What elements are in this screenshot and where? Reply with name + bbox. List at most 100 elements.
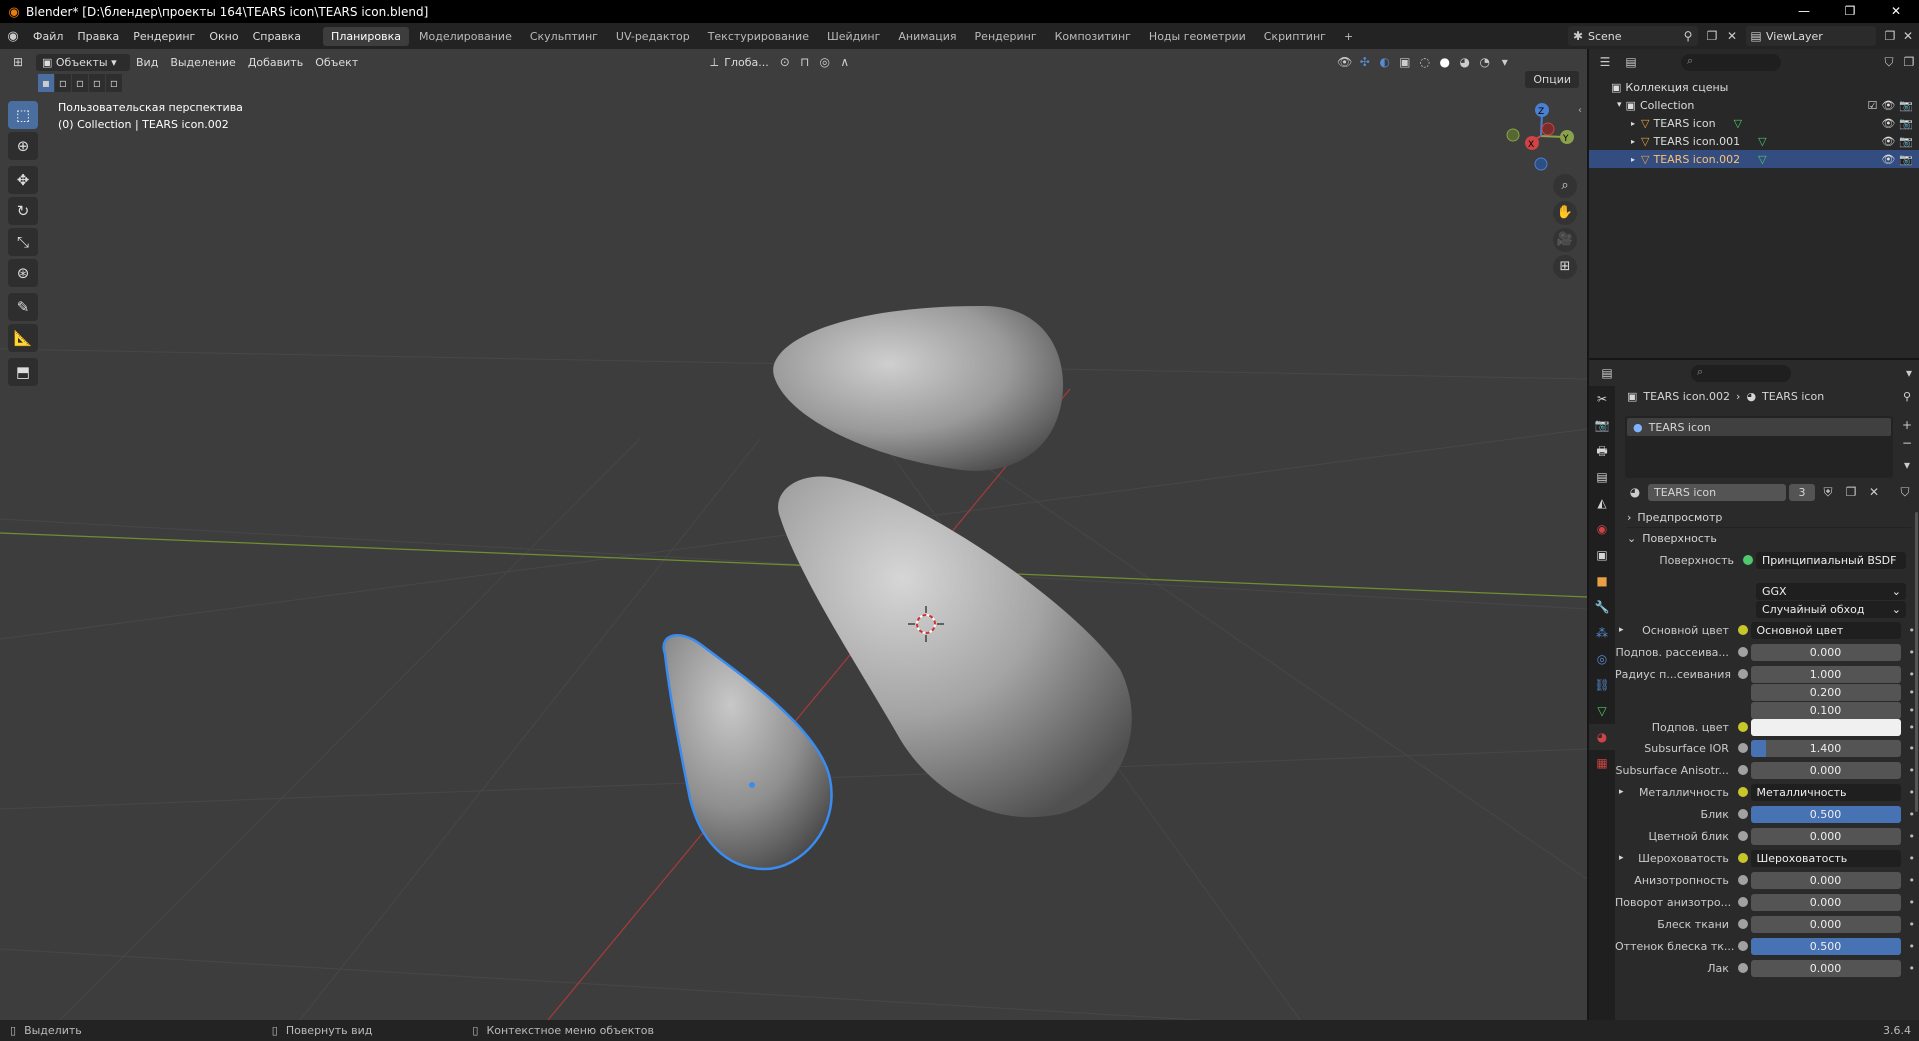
material-browse-icon[interactable]: ◕ xyxy=(1625,483,1645,501)
checkbox-icon[interactable]: ☑ xyxy=(1867,99,1877,112)
keyframe-dot-icon[interactable]: • xyxy=(1909,646,1916,659)
input-socket-icon[interactable] xyxy=(1737,669,1748,679)
annotate-tool-icon[interactable]: ✎ xyxy=(8,293,38,321)
input-socket-icon[interactable] xyxy=(1737,787,1748,797)
tab-texture-paint[interactable]: Текстурирование xyxy=(700,27,817,46)
gizmo-toggle-icon[interactable]: ✣ xyxy=(1355,53,1375,71)
delete-view-layer-icon[interactable]: ✕ xyxy=(1898,27,1918,45)
tear-object-selected[interactable] xyxy=(662,634,833,871)
menu-edit[interactable]: Правка xyxy=(70,30,126,43)
tab-shading[interactable]: Шейдинг xyxy=(819,27,888,46)
constraints-tab-icon[interactable]: ⛓ xyxy=(1589,672,1615,698)
keyframe-dot-icon[interactable]: • xyxy=(1909,624,1916,637)
subsurface-method-dropdown[interactable]: Случайный обход ⌄ xyxy=(1756,600,1906,618)
xray-toggle-icon[interactable]: ▣ xyxy=(1395,53,1415,71)
new-collection-icon[interactable]: ❐ xyxy=(1899,53,1919,71)
cursor-tool-icon[interactable]: ⊕ xyxy=(8,132,38,160)
zoom-icon[interactable]: ⌕ xyxy=(1553,174,1577,198)
properties-editor-type-icon[interactable]: ▤ xyxy=(1597,364,1617,382)
gizmo-y-negative[interactable] xyxy=(1506,128,1520,142)
tear-object-top[interactable] xyxy=(773,305,1064,471)
properties-options-icon[interactable]: ▾ xyxy=(1899,364,1919,382)
numeric-slider-field[interactable]: 0.000 xyxy=(1750,959,1901,977)
select-intersect-icon[interactable]: ▫ xyxy=(106,74,122,92)
keyframe-dot-icon[interactable]: • xyxy=(1909,808,1916,821)
measure-tool-icon[interactable]: 📐 xyxy=(8,324,38,352)
move-tool-icon[interactable]: ✥ xyxy=(8,166,38,194)
material-users-count[interactable]: 3 xyxy=(1789,483,1815,501)
view-layer-tab-icon[interactable]: ▤ xyxy=(1589,464,1615,490)
texture-tab-icon[interactable]: ▦ xyxy=(1589,750,1615,776)
numeric-slider-field[interactable]: 0.200 xyxy=(1750,683,1901,701)
keyframe-dot-icon[interactable]: • xyxy=(1909,764,1916,777)
add-slot-icon[interactable]: + xyxy=(1897,416,1917,434)
input-socket-icon[interactable] xyxy=(1737,722,1748,732)
expand-arrow-icon[interactable]: ▸ xyxy=(1631,119,1635,128)
rotate-tool-icon[interactable]: ↻ xyxy=(8,197,38,225)
overlays-toggle-icon[interactable]: ◐ xyxy=(1375,53,1395,71)
linked-node-field[interactable]: Шероховатость xyxy=(1750,849,1901,867)
interaction-mode-dropdown[interactable]: ▣ Объекты ▾ xyxy=(36,53,130,71)
options-dropdown[interactable]: Опции xyxy=(1525,71,1579,88)
tab-uv-editing[interactable]: UV-редактор xyxy=(608,27,698,46)
render-camera-icon[interactable]: 📷 xyxy=(1899,117,1913,130)
material-slots-list[interactable]: ● TEARS icon xyxy=(1625,416,1893,478)
mesh-data-icon[interactable]: ▽ xyxy=(1758,153,1766,166)
collection-tab-icon[interactable]: ▣ xyxy=(1589,542,1615,568)
falloff-icon[interactable]: ∧ xyxy=(835,53,855,71)
expand-arrow-icon[interactable]: ▾ xyxy=(1617,100,1622,110)
blender-menu-icon[interactable]: ◉ xyxy=(0,29,26,44)
keyframe-dot-icon[interactable]: • xyxy=(1909,686,1916,699)
numeric-slider-field[interactable]: 0.000 xyxy=(1750,915,1901,933)
expand-arrow-icon[interactable]: ▸ xyxy=(1619,787,1624,797)
select-invert-icon[interactable]: ▫ xyxy=(89,74,105,92)
pin-icon[interactable]: ⚲ xyxy=(1678,27,1698,45)
tab-animation[interactable]: Анимация xyxy=(890,27,964,46)
keyframe-dot-icon[interactable]: • xyxy=(1909,874,1916,887)
maximize-button[interactable]: ❐ xyxy=(1827,0,1873,23)
output-tab-icon[interactable]: 🖶 xyxy=(1589,438,1615,464)
input-socket-icon[interactable] xyxy=(1737,743,1748,753)
render-camera-icon[interactable]: 📷 xyxy=(1899,99,1913,112)
modifier-tab-icon[interactable]: 🔧 xyxy=(1589,594,1615,620)
keyframe-dot-icon[interactable]: • xyxy=(1909,704,1916,717)
data-tab-icon[interactable]: ▽ xyxy=(1589,698,1615,724)
input-socket-icon[interactable] xyxy=(1737,853,1748,863)
numeric-slider-field[interactable]: 0.000 xyxy=(1750,871,1901,889)
keyframe-dot-icon[interactable]: • xyxy=(1909,786,1916,799)
visibility-eye-icon[interactable]: 👁 xyxy=(1881,99,1895,112)
sidebar-toggle-icon[interactable]: ‹ xyxy=(1578,105,1582,116)
3d-viewport[interactable]: Y Z X ⊞ ▣ Объекты ▾ Вид Выделение Добави… xyxy=(0,49,1587,1020)
render-camera-icon[interactable]: 📷 xyxy=(1899,135,1913,148)
input-socket-icon[interactable] xyxy=(1737,897,1748,907)
mesh-data-icon[interactable]: ▽ xyxy=(1758,135,1766,148)
menu-object[interactable]: Объект xyxy=(309,56,364,69)
scale-tool-icon[interactable]: ⤡ xyxy=(8,228,38,256)
pin-icon[interactable]: ⚲ xyxy=(1903,390,1911,403)
gizmo-x-negative[interactable] xyxy=(1541,122,1555,136)
outliner-object-row-selected[interactable]: ▸ ▽ TEARS icon.002 ▽ 👁 📷 xyxy=(1589,150,1919,168)
input-socket-icon[interactable] xyxy=(1737,875,1748,885)
tab-layout[interactable]: Планировка xyxy=(323,26,410,46)
menu-select[interactable]: Выделение xyxy=(164,56,242,69)
display-mode-icon[interactable]: ▤ xyxy=(1621,53,1641,71)
tab-scripting[interactable]: Скриптинг xyxy=(1256,27,1334,46)
input-socket-icon[interactable] xyxy=(1737,647,1748,657)
properties-search-input[interactable]: ⌕ xyxy=(1691,364,1791,382)
outliner-object-row[interactable]: ▸ ▽ TEARS icon.001 ▽ 👁 📷 xyxy=(1589,132,1919,150)
numeric-slider-field[interactable]: 1.400 xyxy=(1750,739,1901,757)
select-extend-icon[interactable]: ▫ xyxy=(55,74,71,92)
panel-surface-header[interactable]: ⌄ Поверхность xyxy=(1627,528,1911,548)
input-socket-icon[interactable] xyxy=(1737,625,1748,635)
new-view-layer-icon[interactable]: ❐ xyxy=(1880,27,1900,45)
menu-file[interactable]: Файл xyxy=(26,30,70,43)
expand-arrow-icon[interactable]: ▸ xyxy=(1631,137,1635,146)
numeric-slider-field[interactable]: 0.000 xyxy=(1750,643,1901,661)
keyframe-dot-icon[interactable]: • xyxy=(1909,962,1916,975)
visibility-icon[interactable]: 👁 xyxy=(1335,53,1355,71)
scene-collection-row[interactable]: ▣ Коллекция сцены xyxy=(1589,78,1919,96)
keyframe-dot-icon[interactable]: • xyxy=(1909,742,1916,755)
surface-shader-field[interactable]: Принципиальный BSDF xyxy=(1756,551,1906,569)
duplicate-material-icon[interactable]: ❐ xyxy=(1841,483,1861,501)
add-cube-tool-icon[interactable]: ⬒ xyxy=(8,358,38,386)
